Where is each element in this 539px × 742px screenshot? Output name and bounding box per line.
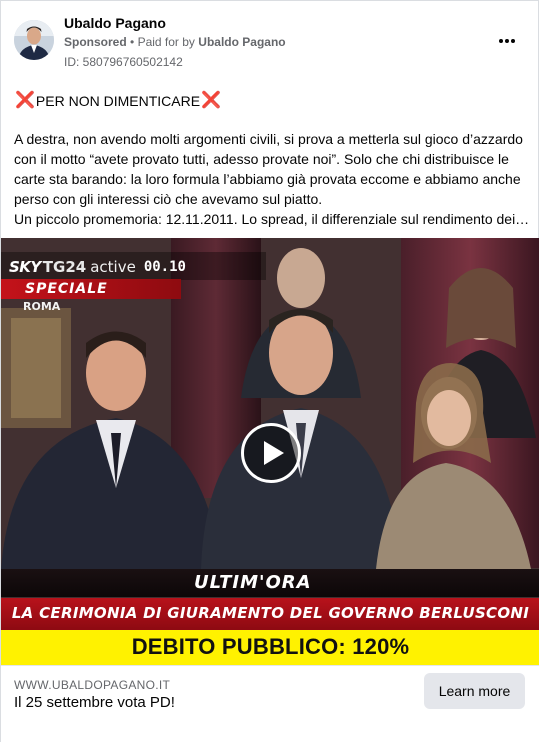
cross-mark-icon: ❌ <box>201 92 221 109</box>
channel-sky: SKY <box>9 258 41 276</box>
play-icon <box>263 441 284 465</box>
debt-caption: DEBITO PUBBLICO: 120% <box>131 634 410 659</box>
channel-logo: SKY TG24 active 00.10 <box>9 256 186 278</box>
post-body: A destra, non avendo molti argomenti civ… <box>14 129 530 229</box>
meta-separator: • <box>130 35 135 49</box>
post-body-paragraph-truncated[interactable]: Un piccolo promemoria: 12.11.2011. Lo sp… <box>14 209 530 229</box>
cross-mark-icon: ❌ <box>15 92 35 109</box>
video-player[interactable]: SKY TG24 active 00.10 SPECIALE ROMA ULTI… <box>1 238 539 665</box>
sponsored-meta: Sponsored • Paid for by Ubaldo Pagano <box>64 35 286 49</box>
sponsored-post-card: Ubaldo Pagano Sponsored • Paid for by Ub… <box>0 0 539 742</box>
page-avatar[interactable] <box>14 20 54 60</box>
news-caption: LA CERIMONIA DI GIURAMENTO DEL GOVERNO B… <box>11 604 530 622</box>
speciale-banner: SPECIALE <box>1 279 181 299</box>
page-name-link[interactable]: Ubaldo Pagano <box>64 15 166 31</box>
post-headline-text: PER NON DIMENTICARE <box>35 93 201 109</box>
play-button[interactable] <box>241 423 301 483</box>
paid-for-name[interactable]: Ubaldo Pagano <box>198 35 285 49</box>
ad-id: ID: 580796760502142 <box>64 55 183 69</box>
link-footer[interactable]: WWW.UBALDOPAGANO.IT Il 25 settembre vota… <box>1 665 539 742</box>
post-body-paragraph: A destra, non avendo molti argomenti civ… <box>14 131 523 207</box>
location-label: ROMA <box>23 300 61 313</box>
channel-active: active <box>90 258 136 276</box>
ultimora-label: ULTIM'ORA <box>194 572 312 593</box>
channel-tg: TG24 <box>42 258 87 276</box>
post-headline: ❌ PER NON DIMENTICARE ❌ <box>14 92 222 110</box>
link-headline[interactable]: Il 25 settembre vota PD! <box>14 694 175 711</box>
link-domain[interactable]: WWW.UBALDOPAGANO.IT <box>14 678 170 692</box>
more-horizontal-icon <box>498 39 516 43</box>
paid-for-prefix: Paid for by <box>137 35 195 49</box>
sponsored-label[interactable]: Sponsored <box>64 35 127 49</box>
learn-more-button[interactable]: Learn more <box>424 673 525 709</box>
more-options-button[interactable] <box>491 27 523 55</box>
channel-time: 00.10 <box>143 259 186 275</box>
